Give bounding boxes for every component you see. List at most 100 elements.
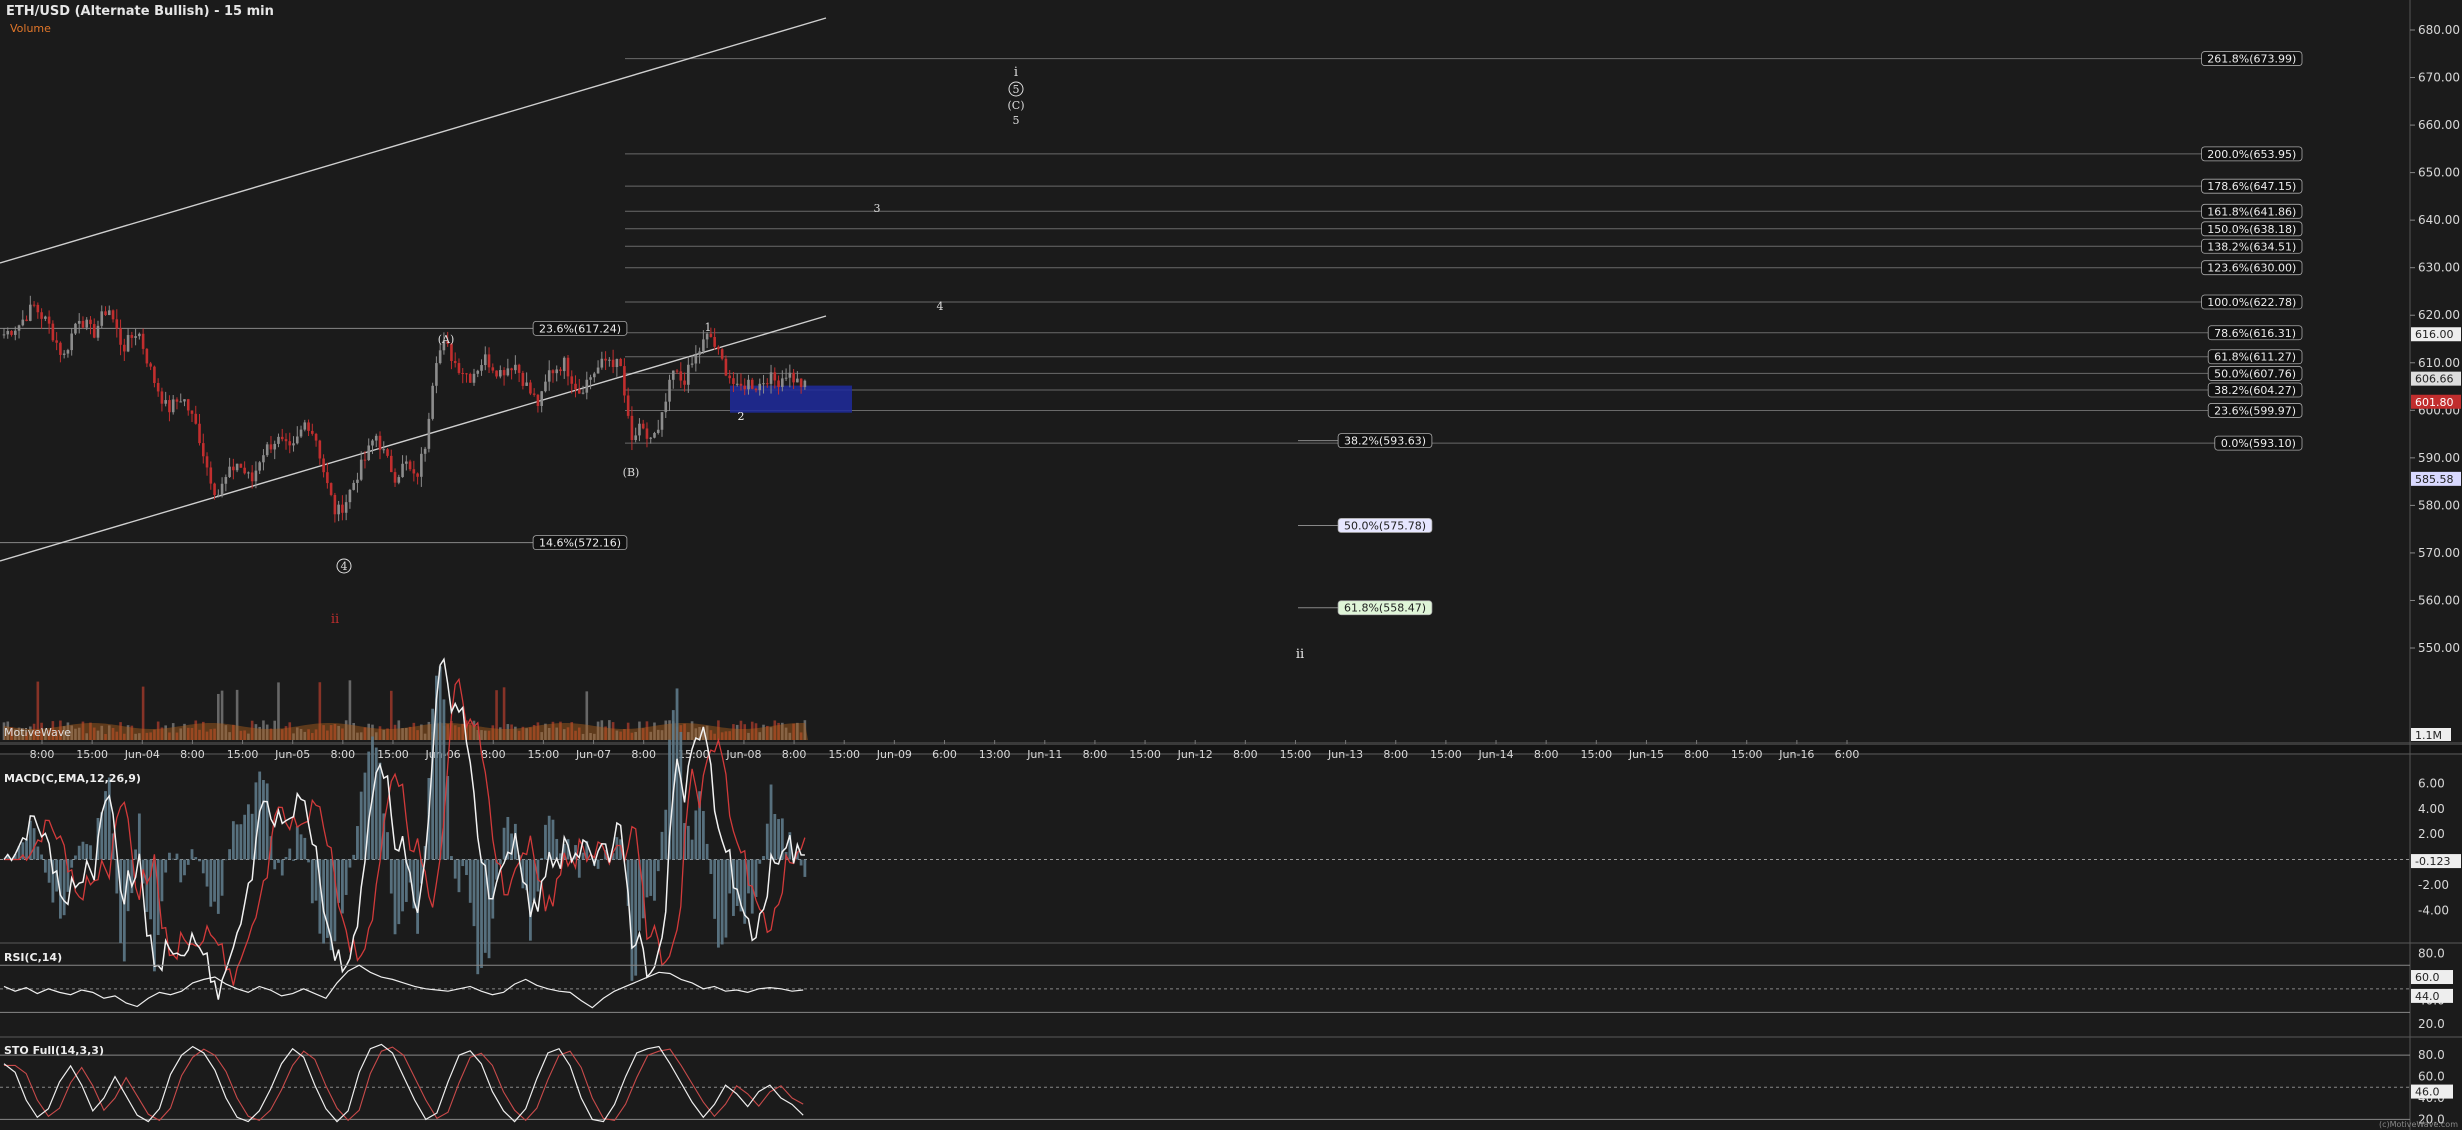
macd-histogram-bar — [160, 859, 164, 902]
candle-body — [570, 376, 574, 384]
macd-histogram-bar — [649, 859, 653, 896]
y-tick-label: 650.00 — [2418, 166, 2460, 180]
candle-body — [581, 392, 585, 394]
candle-body — [608, 359, 611, 361]
wave-label: (B) — [623, 466, 640, 479]
candle-body — [551, 370, 555, 374]
candle-body — [585, 379, 589, 393]
y-tick-label: 630.00 — [2418, 261, 2460, 275]
candle-body — [615, 358, 619, 368]
candle-body — [119, 328, 122, 345]
candle-body — [521, 372, 525, 386]
candle-body — [555, 369, 559, 374]
candle-body — [194, 413, 198, 424]
x-tick-label: 8:00 — [330, 748, 355, 761]
macd-histogram-bar — [32, 828, 36, 860]
candle-body — [698, 351, 701, 355]
macd-y-tick: 4.00 — [2418, 802, 2445, 816]
candle-body — [356, 479, 359, 483]
fib-level-label: 0.0%(593.10) — [2221, 437, 2296, 450]
candle-body — [6, 330, 10, 335]
macd-histogram-bar — [209, 859, 213, 907]
candle-body — [773, 372, 777, 381]
candle-body — [66, 350, 70, 354]
candle-body — [36, 304, 40, 313]
macd-histogram-bar — [754, 859, 758, 897]
wave-label: (A) — [438, 333, 455, 346]
macd-histogram-bar — [145, 859, 149, 912]
candle-body — [359, 459, 363, 480]
fib-level-label: 178.6%(647.15) — [2207, 180, 2296, 193]
macd-histogram-bar — [359, 791, 363, 860]
macd-histogram-bar — [194, 857, 198, 860]
candle-body — [220, 483, 224, 495]
candle-body — [205, 456, 209, 468]
macd-histogram-bar — [62, 859, 66, 916]
candle-body — [803, 380, 807, 388]
candle-body — [427, 418, 431, 449]
candle-body — [85, 319, 89, 328]
candle-body — [514, 364, 517, 371]
candle-body — [532, 393, 536, 395]
x-tick-label: Jun-07 — [575, 748, 611, 761]
macd-histogram-bar — [201, 859, 205, 874]
macd-histogram-bar — [389, 859, 393, 894]
macd-histogram-bar — [310, 859, 314, 904]
candle-body — [619, 358, 622, 367]
candle-body — [239, 463, 243, 468]
candle-body — [559, 369, 562, 372]
macd-histogram-bar — [758, 859, 762, 864]
macd-histogram-bar — [438, 666, 442, 860]
y-tick-label: 580.00 — [2418, 498, 2460, 512]
candle-body — [453, 361, 457, 364]
macd-histogram-bar — [292, 859, 295, 861]
x-tick-label: 13:00 — [979, 748, 1011, 761]
candle-body — [107, 310, 111, 316]
macd-histogram-bar — [243, 814, 247, 860]
candle-body — [401, 463, 404, 478]
candle-body — [186, 399, 190, 411]
x-tick-label: 6:00 — [932, 748, 957, 761]
candle-body — [141, 333, 145, 349]
macd-histogram-bar — [186, 859, 190, 865]
macd-histogram-bar — [656, 859, 660, 872]
x-tick-label: 15:00 — [377, 748, 409, 761]
candle-body — [702, 339, 705, 352]
macd-histogram-bar — [231, 821, 235, 860]
candle-body — [149, 363, 152, 367]
y-tick-label: 680.00 — [2418, 23, 2460, 37]
candle-body — [153, 366, 156, 383]
retracement-label: 23.6%(617.24) — [539, 322, 621, 335]
candle-body — [156, 382, 160, 392]
macd-histogram-bar — [596, 859, 600, 869]
macd-histogram-bar — [529, 859, 532, 941]
macd-histogram-bar — [762, 856, 765, 860]
chart-canvas[interactable]: 680.00 670.00 660.00 650.00 640.00 630.00 620.… — [0, 0, 2462, 1130]
macd-histogram-bar — [735, 859, 739, 906]
wave-label: 5 — [1013, 114, 1020, 127]
rsi-value-label: 44.0 — [2415, 990, 2440, 1003]
y-tick-label: 590.00 — [2418, 451, 2460, 465]
candle-body — [769, 372, 773, 384]
x-tick-label: 8:00 — [1534, 748, 1559, 761]
candle-body — [130, 335, 134, 338]
panel-separator — [0, 1036, 2462, 1038]
sto-label: STO Full(14,3,3) — [4, 1044, 104, 1057]
candle-body — [111, 310, 115, 320]
macd-histogram-bar — [250, 813, 254, 860]
macd-histogram-bar — [544, 824, 547, 860]
candle-body — [750, 379, 754, 389]
macd-histogram-bar — [679, 731, 683, 860]
candle-body — [74, 323, 77, 334]
candle-body — [683, 380, 686, 385]
x-tick-label: Jun-15 — [1628, 748, 1664, 761]
candle-body — [217, 494, 220, 496]
candle-body — [2, 334, 6, 336]
rsi-value-label: 60.0 — [2415, 971, 2440, 984]
candle-body — [416, 473, 419, 477]
candle-body — [123, 344, 126, 352]
macd-histogram-bar — [74, 855, 77, 860]
macd-histogram-bar — [175, 853, 179, 860]
candle-body — [55, 340, 58, 343]
y-tick-label: 570.00 — [2418, 546, 2460, 560]
